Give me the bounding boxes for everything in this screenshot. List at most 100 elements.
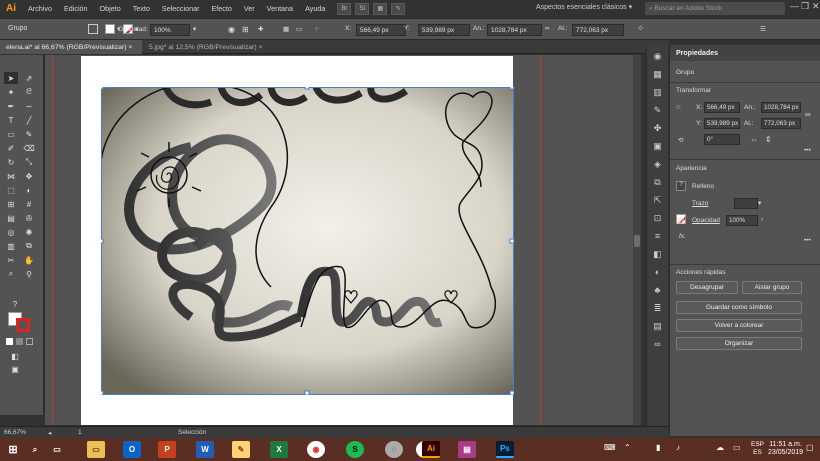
opacity-label[interactable]: Opacidad bbox=[692, 217, 720, 224]
puppet-warp-tool-icon[interactable]: ✥ bbox=[22, 170, 36, 182]
line-tool-icon[interactable]: ╱ bbox=[22, 114, 36, 126]
menu-ver[interactable]: Ver bbox=[238, 4, 261, 13]
winrar-icon[interactable]: ▤ bbox=[458, 441, 476, 458]
pen-tool-icon[interactable]: ✒ bbox=[4, 100, 18, 112]
transform-icon[interactable]: ⊡ bbox=[651, 211, 665, 225]
more-options-icon[interactable]: ••• bbox=[804, 147, 811, 154]
scale-tool-icon[interactable]: ⤡ bbox=[22, 156, 36, 168]
isolate-icon[interactable]: ✚ bbox=[258, 25, 263, 33]
keyboard-icon[interactable]: ⌨ bbox=[604, 443, 616, 452]
shaper-tool-icon[interactable]: ✐ bbox=[4, 142, 18, 154]
stroke-panel-icon[interactable]: ≣ bbox=[651, 301, 665, 315]
transform-panel-icon[interactable]: ⟐ bbox=[638, 25, 643, 33]
zoom-tool-icon[interactable]: ⌕ bbox=[4, 268, 18, 280]
color-mode-icon[interactable] bbox=[6, 338, 13, 345]
artboard-tool-icon[interactable]: ⧉ bbox=[22, 240, 36, 252]
color-panel-icon[interactable]: ◉ bbox=[651, 49, 665, 63]
paintbrush-tool-icon[interactable]: ✎ bbox=[22, 128, 36, 140]
x-field[interactable]: 566,49 px bbox=[704, 102, 740, 113]
slice-tool-icon[interactable]: ✂ bbox=[4, 254, 18, 266]
transparency-icon[interactable]: ◐ bbox=[651, 265, 665, 279]
flip-vertical-icon[interactable]: ⇕ bbox=[765, 135, 772, 144]
curvature-tool-icon[interactable]: ∽ bbox=[22, 100, 36, 112]
placed-artwork[interactable] bbox=[101, 87, 514, 395]
close-tab-icon[interactable]: × bbox=[128, 44, 132, 51]
y-position-input[interactable]: 539,989 px bbox=[418, 24, 470, 36]
stroke-color-box[interactable] bbox=[16, 318, 30, 332]
handle-tl[interactable] bbox=[101, 87, 104, 90]
width-input[interactable]: 1028,784 px bbox=[487, 24, 542, 36]
sticky-notes-icon[interactable]: ✎ bbox=[232, 441, 250, 458]
free-transform-tool-icon[interactable]: ⬚ bbox=[4, 184, 18, 196]
handle-br[interactable] bbox=[509, 390, 514, 395]
workspace-switcher[interactable]: Aspectos esenciales clásicos ▾ bbox=[536, 3, 632, 11]
file-explorer-icon[interactable]: ▭ bbox=[87, 441, 105, 458]
artboard-number[interactable]: 1 bbox=[78, 429, 82, 436]
handle-bc[interactable] bbox=[304, 390, 310, 395]
stroke-weight-chevron-icon[interactable]: ▾ bbox=[758, 199, 761, 207]
appearance-more-icon[interactable]: ••• bbox=[804, 237, 811, 244]
handle-ml[interactable] bbox=[101, 238, 104, 244]
tray-expand-icon[interactable]: ⌃ bbox=[624, 443, 631, 452]
language-indicator[interactable]: ESP ES bbox=[751, 441, 764, 457]
menu-seleccionar[interactable]: Seleccionar bbox=[156, 4, 206, 13]
powerpoint-icon[interactable]: P bbox=[158, 441, 176, 458]
artboards-icon[interactable]: ⧉ bbox=[651, 175, 665, 189]
system-clock[interactable]: 11:51 a.m. 23/05/2019 bbox=[768, 441, 803, 457]
menu-ventana[interactable]: Ventana bbox=[261, 4, 299, 13]
height-field[interactable]: 772,063 px bbox=[761, 118, 801, 129]
panel-menu-icon[interactable]: ☰ bbox=[760, 25, 766, 33]
effects-button[interactable]: fx. bbox=[679, 233, 686, 240]
layers-panel-icon[interactable]: ◈ bbox=[651, 157, 665, 171]
arrange-documents-icon[interactable]: ▦ bbox=[373, 2, 388, 15]
fill-none-icon[interactable]: ? bbox=[676, 181, 686, 191]
close-window-button[interactable]: ✕ bbox=[812, 1, 820, 12]
links-icon[interactable]: ∞ bbox=[651, 337, 665, 351]
align-icon[interactable]: ⊞ bbox=[242, 25, 249, 34]
x-position-input[interactable]: 566,49 px bbox=[356, 24, 406, 36]
bridge-button[interactable]: Br bbox=[337, 2, 352, 15]
stock-button[interactable]: St bbox=[355, 2, 370, 15]
zoom-icon[interactable]: ⚲ bbox=[22, 268, 36, 280]
recolor-icon[interactable]: ◉ bbox=[228, 25, 235, 34]
menu-efecto[interactable]: Efecto bbox=[205, 4, 237, 13]
task-view-icon[interactable]: ▭ bbox=[48, 441, 66, 458]
none-mode-icon[interactable] bbox=[26, 338, 33, 345]
artboard-prev-icon[interactable]: ◂ bbox=[48, 429, 51, 437]
flip-horizontal-icon[interactable]: ⇔ bbox=[750, 135, 758, 144]
pathfinder-icon[interactable]: ◧ bbox=[651, 247, 665, 261]
recolor-button[interactable]: Volver a colorear bbox=[676, 319, 802, 332]
constrain-proportions-icon[interactable]: ∞ bbox=[805, 110, 811, 119]
rectangle-tool-icon[interactable]: ▭ bbox=[4, 128, 18, 140]
gradient-tool-icon[interactable]: ▤ bbox=[4, 212, 18, 224]
symbols-icon[interactable]: ✤ bbox=[651, 121, 665, 135]
handle-tr[interactable] bbox=[509, 87, 514, 90]
battery-icon[interactable]: ▭ bbox=[733, 443, 741, 452]
export-icon[interactable]: ⇱ bbox=[651, 193, 665, 207]
reference-point-icon[interactable]: ⁘ bbox=[314, 25, 319, 33]
align-panel-icon[interactable]: ≡ bbox=[651, 229, 665, 243]
column-graph-tool-icon[interactable]: ▥ bbox=[4, 240, 18, 252]
chrome-icon[interactable]: ◉ bbox=[307, 441, 325, 458]
height-input[interactable]: 772,063 px bbox=[572, 24, 624, 36]
selection-tool-icon[interactable]: ➤ bbox=[4, 72, 18, 84]
outlook-icon[interactable]: O bbox=[123, 441, 141, 458]
shape-builder-tool-icon[interactable]: ◐ bbox=[22, 184, 36, 196]
reference-point-icon[interactable]: ⁘ bbox=[675, 103, 682, 112]
drawing-mode-icon[interactable]: ◧ bbox=[8, 350, 22, 362]
menu-archivo[interactable]: Archivo bbox=[22, 4, 58, 13]
properties-tab[interactable]: Propiedades bbox=[670, 45, 820, 61]
minimize-button[interactable]: — bbox=[790, 1, 799, 11]
cloud-icon[interactable]: ☁ bbox=[716, 443, 724, 452]
eyedropper-tool-icon[interactable]: ✇ bbox=[22, 212, 36, 224]
symbol-sprayer-tool-icon[interactable]: ✺ bbox=[22, 226, 36, 238]
handle-mr[interactable] bbox=[509, 238, 514, 244]
width-field[interactable]: 1028,784 px bbox=[761, 102, 801, 113]
swatches-icon[interactable]: ▥ bbox=[651, 85, 665, 99]
rotate-tool-icon[interactable]: ↻ bbox=[4, 156, 18, 168]
tab-5jpg[interactable]: 5.jpg* al 12,5% (RGB/Previsualizar) × bbox=[143, 40, 273, 54]
mesh-tool-icon[interactable]: # bbox=[22, 198, 36, 210]
photoshop-taskbar-icon[interactable]: Ps bbox=[496, 441, 514, 458]
angle-field[interactable]: 0° bbox=[704, 134, 740, 145]
close-tab-icon[interactable]: × bbox=[259, 44, 263, 51]
